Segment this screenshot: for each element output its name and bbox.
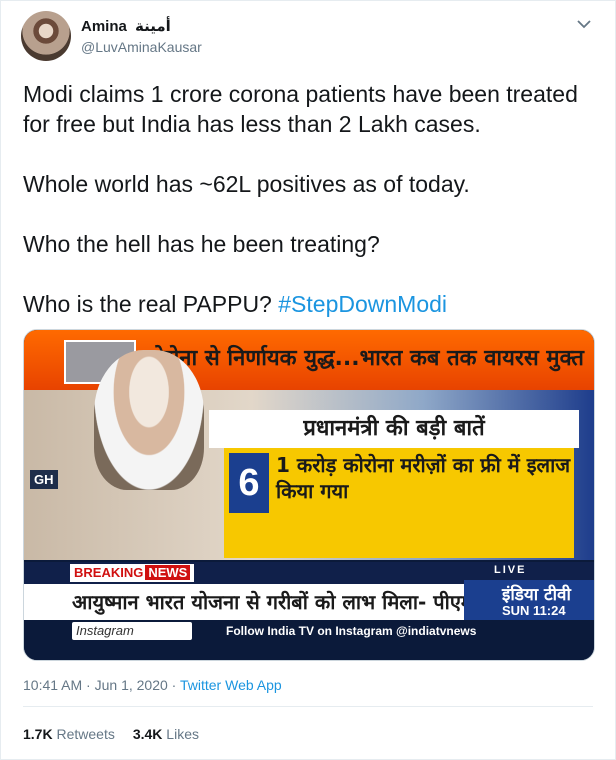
likes-stat[interactable]: 3.4K Likes xyxy=(133,726,199,742)
tweet-source-link[interactable]: Twitter Web App xyxy=(180,677,282,693)
ticker-text: आयुष्मान भारत योजना से गरीबों को लाभ मिल… xyxy=(72,590,467,614)
retweets-stat[interactable]: 1.7K Retweets xyxy=(23,726,115,742)
avatar[interactable] xyxy=(21,11,71,61)
divider xyxy=(23,706,593,707)
likes-count: 3.4K xyxy=(132,726,163,742)
breaking-news-label: BREAKING NEWS xyxy=(70,564,195,582)
hashtag-link[interactable]: #StepDownModi xyxy=(278,291,447,317)
news-headline: कोरोना से निर्णायक युद्ध...भारत कब तक वा… xyxy=(142,346,592,371)
speaker-figure xyxy=(94,350,204,490)
instagram-logo: Instagram xyxy=(72,622,192,640)
breaking-label: BREAKING xyxy=(74,565,144,580)
author-name-arabic[interactable]: أمينة xyxy=(135,17,171,35)
author-name-row[interactable]: Amina أمينة xyxy=(81,17,171,35)
tweet-text: Modi claims 1 crore corona patients have… xyxy=(23,79,593,349)
tweet-paragraph: Modi claims 1 crore corona patients have… xyxy=(23,81,585,137)
panel-title: प्रधानमंत्री की बड़ी बातें xyxy=(209,410,579,448)
panel-number: 6 xyxy=(229,453,269,513)
tweet-card: Amina أمينة @LuvAminaKausar Modi claims … xyxy=(0,0,616,760)
tweet-paragraph: Whole world has ~62L positives as of tod… xyxy=(23,171,470,197)
tweet-paragraph-last: Who is the real PAPPU? #StepDownModi xyxy=(23,289,593,319)
author-handle[interactable]: @LuvAminaKausar xyxy=(81,39,202,55)
channel-logo: इंडिया टीवी xyxy=(502,585,571,605)
author-name[interactable]: Amina xyxy=(81,18,127,35)
tweet-date[interactable]: Jun 1, 2020 xyxy=(95,677,168,693)
broadcast-clock: SUN 11:24 xyxy=(502,603,566,618)
panel-text: 1 करोड़ कोरोना मरीज़ों का फ्री में इलाज … xyxy=(276,453,571,503)
live-label: LIVE xyxy=(494,564,527,576)
retweets-label: Retweets xyxy=(56,726,115,742)
chevron-down-icon[interactable] xyxy=(575,15,593,33)
likes-label: Likes xyxy=(166,726,199,742)
meta-separator: · xyxy=(82,677,95,693)
side-label: GH xyxy=(30,470,58,489)
tweet-last-line: Who is the real PAPPU? xyxy=(23,291,279,317)
tweet-media-image[interactable]: कोरोना से निर्णायक युद्ध...भारत कब तक वा… xyxy=(23,329,595,661)
follow-text: Follow India TV on Instagram @indiatvnew… xyxy=(226,624,477,638)
tweet-stats: 1.7K Retweets 3.4K Likes xyxy=(23,726,199,742)
tweet-meta: 10:41 AM · Jun 1, 2020 · Twitter Web App xyxy=(23,677,282,693)
retweets-count: 1.7K xyxy=(23,726,53,742)
tweet-time[interactable]: 10:41 AM xyxy=(23,677,82,693)
tweet-paragraph: Who the hell has he been treating? xyxy=(23,231,380,257)
news-label: NEWS xyxy=(145,565,191,580)
meta-separator: · xyxy=(167,677,180,693)
